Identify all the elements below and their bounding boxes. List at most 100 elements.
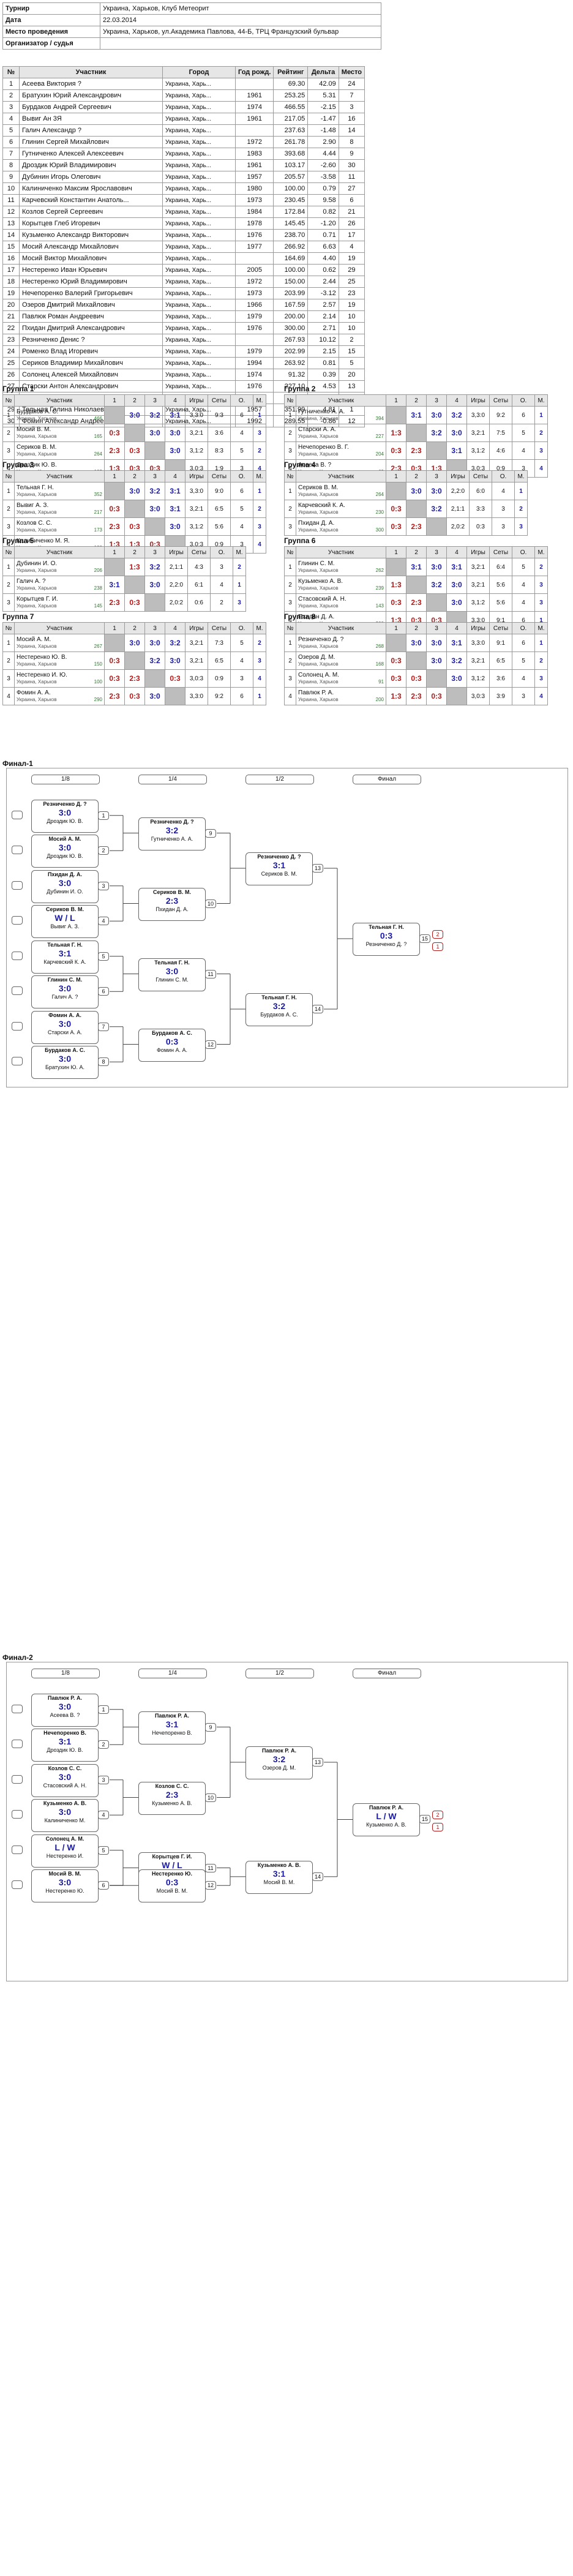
match-loser: Гутниченко А. А. [151, 835, 193, 842]
group-place: 3 [514, 517, 528, 536]
group-score-cell: 3:0 [165, 517, 185, 536]
table-cell: 5.31 [307, 89, 339, 102]
table-cell: 1976 [234, 229, 274, 241]
group-points: 4 [512, 576, 535, 594]
match-number: 13 [312, 864, 323, 873]
match-box: Резниченко Д. ? 3:2 Гутниченко А. А. 9 [138, 817, 216, 851]
table-cell: 167.59 [273, 299, 309, 311]
match-loser: Пхидан Д. А. [155, 906, 189, 912]
group-score-cell: 3:0 [426, 634, 447, 652]
player-rating: 200 [375, 697, 384, 702]
group-column-header: Сеты [489, 394, 512, 407]
match-number: 1 [98, 811, 109, 820]
match-box: Мосий А. М. 3:0 Дроздик Ю. В. 2 [31, 835, 109, 868]
table-cell: 3 [338, 101, 365, 113]
match-box: Резниченко Д. ? 3:0 Дроздик Ю. В. 1 [31, 799, 109, 833]
table-cell: 29 [338, 264, 365, 276]
group-score-cell: 3:0 [144, 687, 165, 705]
match-winner: Солонец А. М. [45, 1835, 84, 1842]
group-column-header: 1 [386, 470, 406, 483]
group-column-header: М. [253, 470, 266, 483]
player-city: Украина, Харьков [298, 644, 339, 649]
match-number: 9 [205, 828, 216, 838]
player-name: Озеров Д. М. [298, 654, 335, 661]
table-row: 7 Гутниченко Алексей Алексеевич Украина, Х… [2, 148, 365, 160]
table-cell: 91.32 [273, 369, 309, 381]
group-column-header: Игры [466, 546, 490, 558]
table-cell: 4.44 [307, 148, 339, 160]
match-loser: Нестеренко И. [46, 1852, 84, 1859]
group-score-cell: 0:3 [104, 652, 125, 670]
table-cell: 0.81 [307, 357, 339, 369]
match-score: 3:2 [272, 1754, 286, 1764]
group-column-header: Участник [14, 546, 105, 558]
player-city-line: 168 Украина, Харьков [298, 661, 384, 667]
player-city-line: 262 Украина, Харьков [298, 567, 384, 574]
bracket-box: 1/8 1/4 1/2 Финал Павлюк Р. А. 3:0 Асеева В. ?… [6, 1662, 568, 1981]
group-points: 4 [512, 669, 535, 688]
player-city: Украина, Харьков [298, 568, 339, 573]
group-score-cell: 2:3 [406, 593, 427, 612]
match-winner: Тельная Г. Н. [47, 941, 83, 948]
group-score-cell: 0:3 [386, 441, 406, 460]
table-cell: 0.62 [307, 264, 339, 276]
group-column-header: М. [534, 394, 548, 407]
group-place: 3 [253, 517, 266, 536]
group-column-header: № [2, 546, 15, 558]
group-column-header: 4 [165, 470, 185, 483]
table-cell: Глинин Сергей Михайлович [19, 136, 163, 148]
player-name: Пхидан Д. А. [298, 520, 335, 527]
group-column-header: Сеты [489, 622, 512, 634]
match-winner: Бурдаков А. С. [45, 1047, 85, 1054]
table-cell: 1 [2, 78, 20, 90]
group-row: 2 Озеров Д. М. 168 Украина, Харьков 0:3 3:0 3:… [284, 652, 548, 670]
player-rating: 394 [375, 416, 384, 421]
table-cell: Старски Антон Александрович [19, 380, 163, 392]
match-number: 5 [98, 1846, 109, 1855]
group-score-cell: 2:3 [124, 669, 145, 688]
player-city-line: 238 Украина, Харьков [17, 585, 102, 591]
table-cell: 1974 [234, 101, 274, 113]
player-name: Фомин А. А. [17, 689, 51, 696]
group-column-header: 3 [426, 546, 447, 558]
group-sets: 8:3 [208, 441, 231, 460]
group-score-cell: 0:3 [386, 517, 406, 536]
match-number: 6 [98, 987, 109, 996]
match-loser: Дубинин И. О. [47, 888, 83, 895]
final-place: 2 [432, 1811, 443, 1820]
player-city-line: 394 Украина, Харьков [298, 415, 384, 422]
table-row: 19 Нечепоренко Валерий Григорьевич Украина… [2, 287, 365, 299]
group-score-cell: 0:3 [124, 687, 145, 705]
player-rating: 264 [94, 451, 102, 457]
group-games: 3,2:1 [185, 424, 208, 442]
final-place: 1 [432, 942, 443, 951]
match-number: 2 [98, 1740, 109, 1749]
table-cell: 1979 [234, 345, 274, 358]
match-winner: Корытцев Г. И. [152, 1853, 192, 1860]
player-city: Украина, Харьков [17, 603, 57, 609]
table-cell: Вывиг Ан 3Я [19, 113, 163, 125]
table-cell: 6.63 [307, 241, 339, 253]
player-rating: 145 [94, 603, 102, 609]
match-number: 3 [98, 881, 109, 890]
player-rating: 264 [375, 492, 384, 497]
group-score-cell: 0:3 [386, 652, 406, 670]
group-column-header: 3 [144, 546, 165, 558]
group-column-header: Сеты [489, 546, 512, 558]
table-cell: Украина, Харь... [162, 136, 236, 148]
group-title: Группа 3 [2, 460, 34, 469]
match-score: 3:1 [58, 948, 72, 958]
group-score-cell: 3:0 [144, 500, 165, 518]
table-row: 18 Нестеренко Юрий Владимирович Украина, Х… [2, 276, 365, 288]
group-place: 2 [233, 558, 246, 576]
table-cell: 266.92 [273, 241, 309, 253]
table-row: 23 Резниченко Денис ? Украина, Харь... 267.… [2, 334, 365, 346]
group-cell-self [386, 558, 406, 576]
table-cell: Карчевский Константин Анатоль... [19, 194, 163, 206]
group-games: 3,2:1 [466, 424, 490, 442]
table-cell: Украина, Харь... [162, 194, 236, 206]
match-score: 3:0 [58, 1807, 72, 1817]
match-box: Солонец А. М. L / W Нестеренко И. 5 [31, 1834, 109, 1868]
table-cell: 0.79 [307, 182, 339, 195]
match-winner: Резниченко Д. ? [150, 818, 194, 825]
